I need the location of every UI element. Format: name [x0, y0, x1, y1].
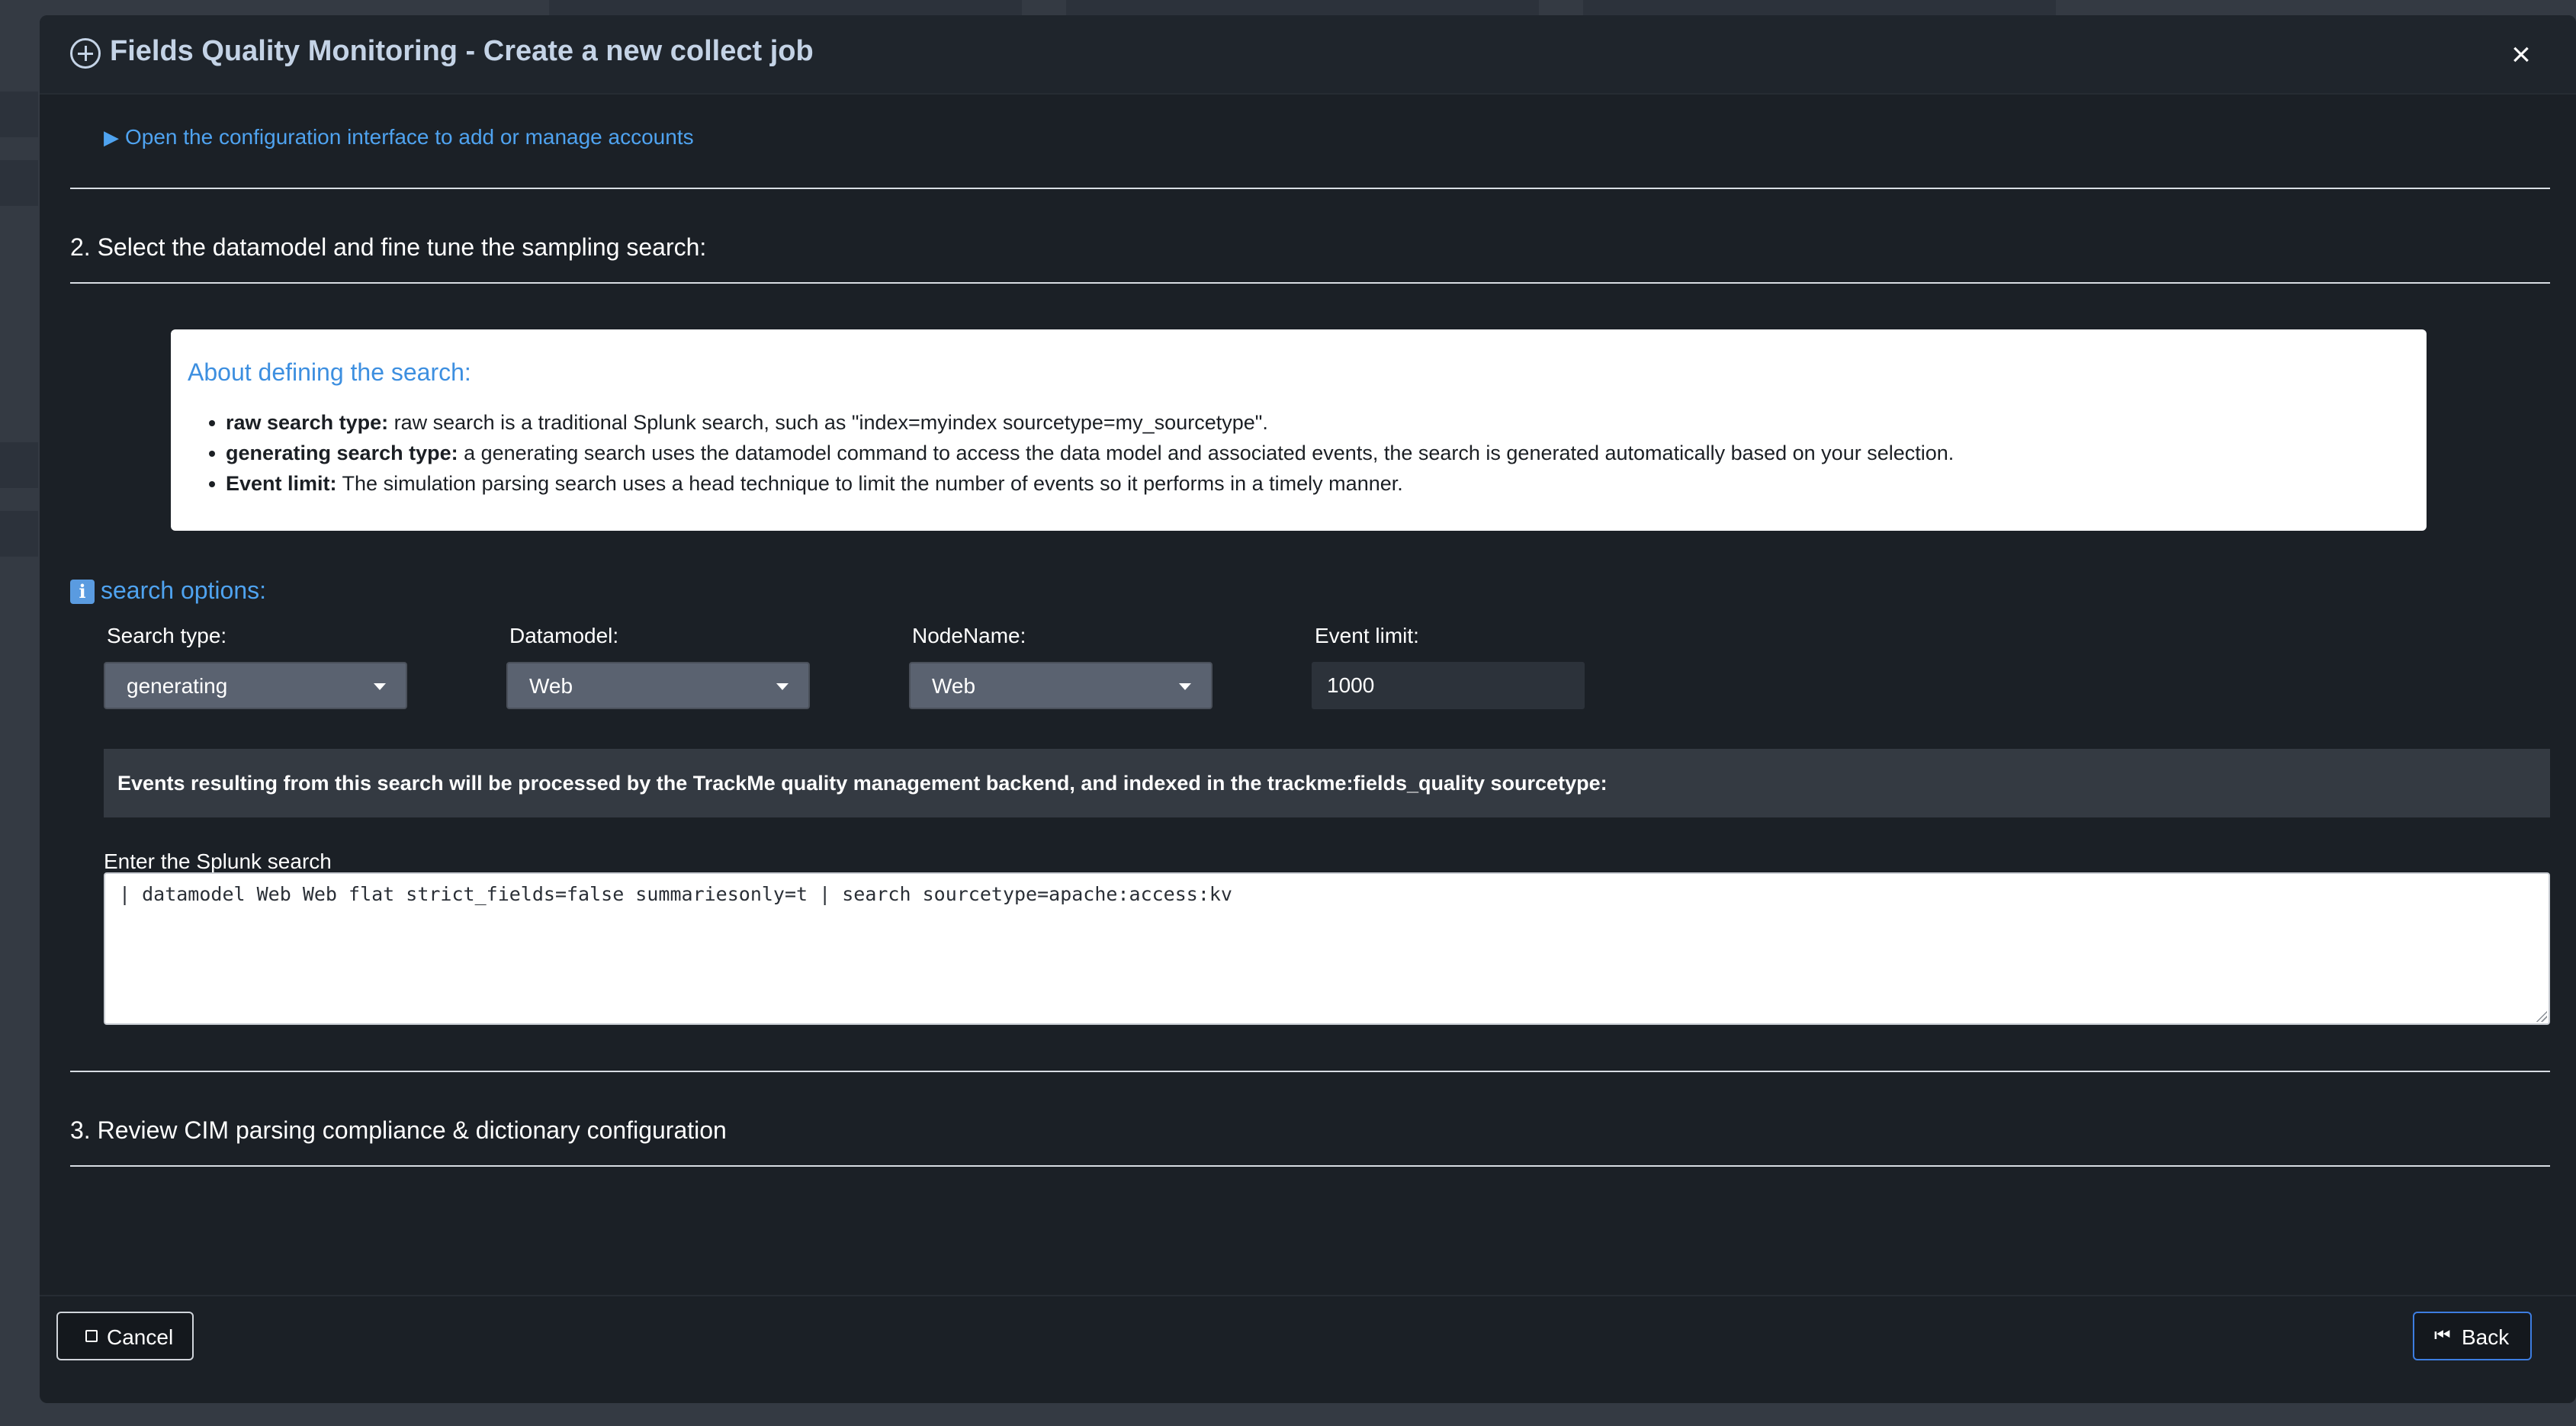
about-item-term: raw search type: [226, 411, 389, 434]
cancel-button[interactable]: Cancel [56, 1312, 194, 1360]
expand-triangle-icon: ▶ [104, 126, 119, 149]
caret-down-icon [1179, 683, 1191, 690]
modal-title: Fields Quality Monitoring - Create a new… [110, 35, 814, 67]
about-list: raw search type: raw search is a traditi… [209, 407, 1954, 499]
search-type-value: generating [127, 674, 228, 698]
about-title: About defining the search: [188, 358, 471, 386]
back-button[interactable]: ⏮ Back [2413, 1312, 2532, 1360]
background-panel [0, 160, 38, 206]
background-panel [0, 92, 38, 137]
about-item-term: generating search type: [226, 442, 458, 464]
about-item-text: The simulation parsing search uses a hea… [336, 472, 1403, 495]
footer-divider [40, 1295, 2576, 1296]
about-search-box: About defining the search: raw search ty… [171, 329, 2427, 531]
cancel-label: Cancel [107, 1325, 174, 1349]
search-type-select[interactable]: generating [104, 662, 407, 709]
caret-down-icon [776, 683, 789, 690]
divider [70, 188, 2550, 189]
close-button[interactable]: × [2506, 38, 2536, 72]
divider [70, 1071, 2550, 1072]
about-item-text: a generating search uses the datamodel c… [458, 442, 1954, 464]
splunk-search-textarea[interactable]: | datamodel Web Web flat strict_fields=f… [104, 872, 2550, 1025]
datamodel-label: Datamodel: [509, 624, 619, 647]
nodename-label: NodeName: [912, 624, 1026, 647]
search-options-title: search options: [101, 577, 267, 604]
nodename-select[interactable]: Web [909, 662, 1213, 709]
about-item-text: raw search is a traditional Splunk searc… [388, 411, 1268, 434]
about-item: raw search type: raw search is a traditi… [209, 407, 1954, 438]
about-item: generating search type: a generating sea… [209, 438, 1954, 468]
config-link-label: Open the configuration interface to add … [125, 125, 694, 149]
divider [70, 282, 2550, 284]
about-item: Event limit: The simulation parsing sear… [209, 468, 1954, 499]
nodename-value: Web [932, 674, 976, 698]
background-panel [1066, 0, 1539, 15]
event-limit-label: Event limit: [1315, 624, 1419, 647]
datamodel-value: Web [529, 674, 573, 698]
back-label: Back [2462, 1325, 2510, 1349]
datamodel-select[interactable]: Web [506, 662, 810, 709]
caret-down-icon [374, 683, 386, 690]
add-circle-icon [70, 38, 101, 69]
section-2-title: 2. Select the datamodel and fine tune th… [70, 233, 707, 261]
about-item-term: Event limit: [226, 472, 337, 495]
skip-back-icon: ⏮ [2434, 1325, 2451, 1346]
background-panel [1583, 0, 2056, 15]
info-icon: i [70, 580, 95, 604]
resize-handle-icon[interactable] [2535, 1010, 2547, 1022]
divider [70, 1165, 2550, 1167]
search-type-label: Search type: [107, 624, 227, 647]
background-panel [0, 442, 38, 488]
config-interface-link[interactable]: ▶ Open the configuration interface to add… [104, 125, 694, 149]
splunk-search-label: Enter the Splunk search [104, 849, 332, 873]
section-3-title[interactable]: 3. Review CIM parsing compliance & dicti… [70, 1116, 727, 1145]
modal-header: Fields Quality Monitoring - Create a new… [40, 15, 2576, 95]
background-panel [0, 511, 38, 557]
square-icon [85, 1330, 98, 1342]
processing-notice: Events resulting from this search will b… [104, 749, 2550, 817]
background-panel [549, 0, 1022, 15]
processing-notice-text: Events resulting from this search will b… [117, 772, 1608, 795]
create-collect-job-modal: Fields Quality Monitoring - Create a new… [40, 15, 2576, 1403]
event-limit-input[interactable] [1312, 662, 1585, 709]
